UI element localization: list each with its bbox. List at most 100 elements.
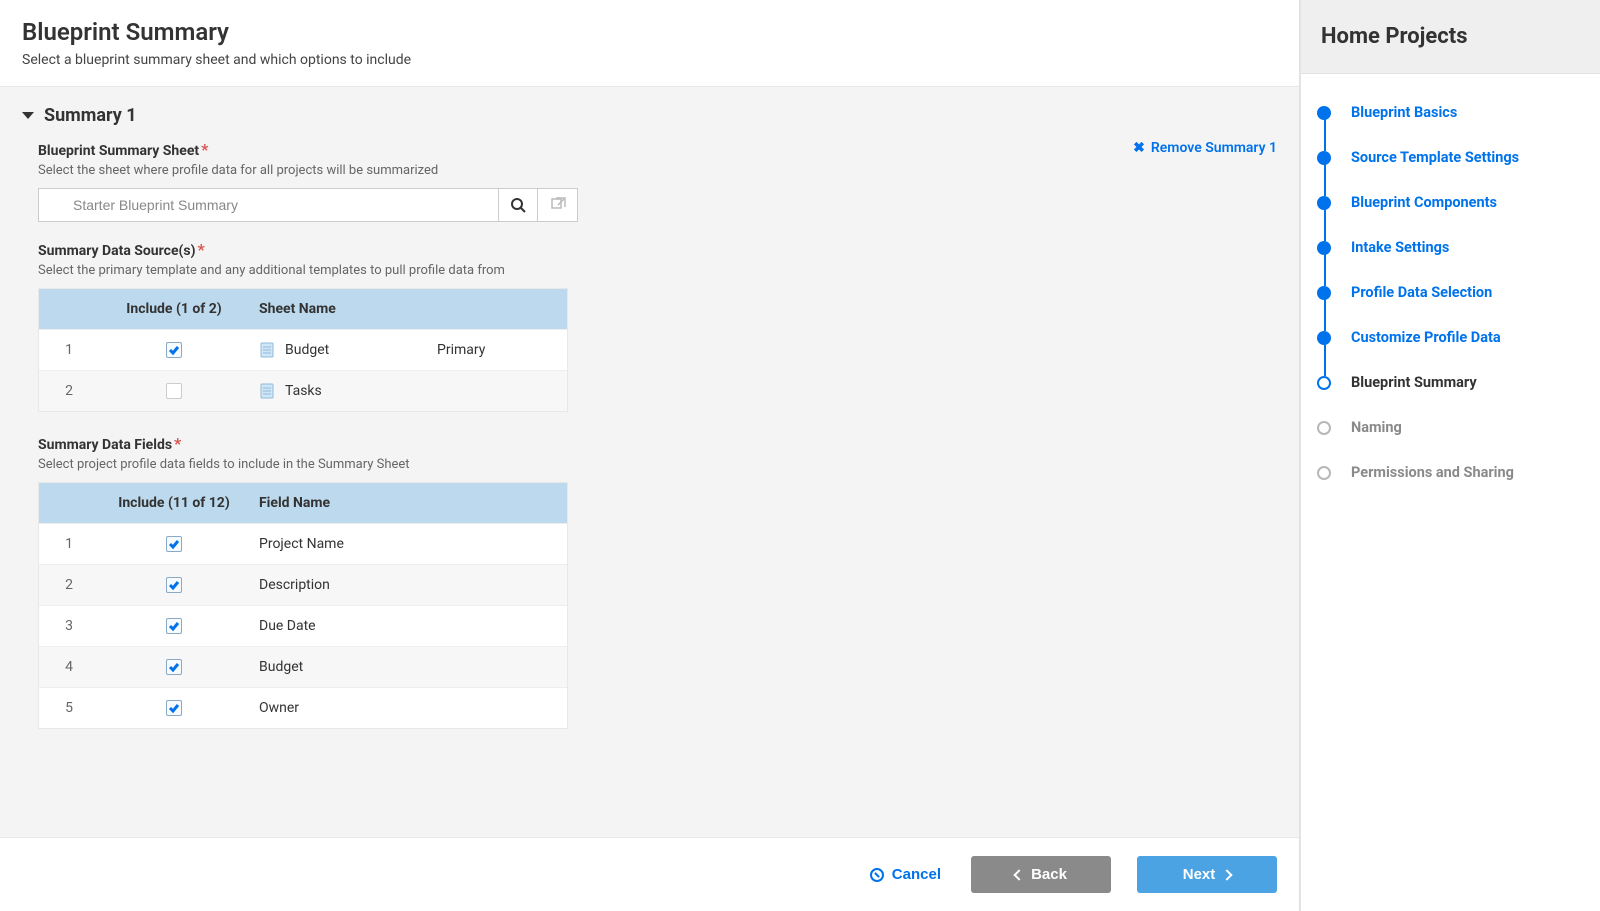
required-marker: * <box>196 240 205 259</box>
cancel-button[interactable]: Cancel <box>866 856 945 893</box>
include-checkbox[interactable] <box>166 618 182 634</box>
wizard-step: Naming <box>1317 419 1584 464</box>
wizard-steps: Blueprint Basics Source Template Setting… <box>1301 74 1600 511</box>
step-dot-icon <box>1317 376 1331 390</box>
wizard-step[interactable]: Blueprint Basics <box>1317 104 1584 149</box>
sources-col-role <box>427 289 567 329</box>
include-checkbox[interactable] <box>166 659 182 675</box>
include-checkbox[interactable] <box>166 383 182 399</box>
sheet-section-row: Blueprint Summary Sheet* Select the shee… <box>38 140 1277 188</box>
step-dot-icon <box>1317 106 1331 120</box>
sheet-icon <box>259 342 275 358</box>
row-include-cell <box>99 688 249 728</box>
row-number: 3 <box>39 606 99 646</box>
sources-label-block: Summary Data Source(s)* Select the prima… <box>38 240 1277 278</box>
row-include-cell <box>99 330 249 370</box>
step-connector <box>1324 118 1326 151</box>
remove-summary-button[interactable]: ✖ Remove Summary 1 <box>1133 140 1277 156</box>
step-dot-icon <box>1317 286 1331 300</box>
include-checkbox[interactable] <box>166 536 182 552</box>
close-icon: ✖ <box>1133 140 1145 156</box>
content-scroll[interactable]: Summary 1 Blueprint Summary Sheet* Selec… <box>0 86 1299 837</box>
sheet-help: Select the sheet where profile data for … <box>38 163 438 178</box>
step-label: Naming <box>1351 419 1402 436</box>
next-button[interactable]: Next <box>1137 856 1277 893</box>
sidebar: Home Projects Blueprint Basics Source Te… <box>1300 0 1600 911</box>
row-role <box>427 371 567 411</box>
footer-bar: Cancel Back Next <box>0 837 1299 911</box>
step-label: Permissions and Sharing <box>1351 464 1514 481</box>
chevron-left-icon <box>1013 869 1024 880</box>
row-field-name: Description <box>249 565 567 605</box>
sheet-icon <box>259 383 275 399</box>
wizard-step[interactable]: Source Template Settings <box>1317 149 1584 194</box>
sheet-input-wrap <box>38 188 498 222</box>
row-field-name: Project Name <box>249 524 567 564</box>
step-label: Blueprint Basics <box>1351 104 1457 121</box>
sources-col-include: Include (1 of 2) <box>99 289 249 329</box>
step-connector <box>1324 163 1326 196</box>
step-connector <box>1324 208 1326 241</box>
sheet-label-block: Blueprint Summary Sheet* Select the shee… <box>38 140 438 188</box>
wizard-step[interactable]: Blueprint Components <box>1317 194 1584 239</box>
required-marker: * <box>199 140 208 159</box>
row-number: 4 <box>39 647 99 687</box>
main-pane: Blueprint Summary Select a blueprint sum… <box>0 0 1300 911</box>
row-sheet-name: Tasks <box>285 383 322 399</box>
page-header: Blueprint Summary Select a blueprint sum… <box>0 0 1299 86</box>
row-number: 2 <box>39 371 99 411</box>
sheet-input[interactable] <box>38 188 498 222</box>
sheet-open-button[interactable] <box>538 188 578 222</box>
caret-down-icon <box>22 112 34 119</box>
row-sheet-name: Budget <box>285 342 329 358</box>
row-number: 1 <box>39 524 99 564</box>
include-checkbox[interactable] <box>166 577 182 593</box>
sheet-label: Blueprint Summary Sheet <box>38 143 199 159</box>
table-row: 5 Owner <box>39 687 567 728</box>
table-row: 2 Tasks <box>39 370 567 411</box>
page-subtitle: Select a blueprint summary sheet and whi… <box>22 52 1277 68</box>
sources-label: Summary Data Source(s) <box>38 243 196 259</box>
fields-label-block: Summary Data Fields* Select project prof… <box>38 434 1277 472</box>
back-label: Back <box>1031 866 1067 883</box>
include-checkbox[interactable] <box>166 700 182 716</box>
step-connector <box>1324 298 1326 331</box>
include-checkbox[interactable] <box>166 342 182 358</box>
row-sheet-cell: Budget <box>249 330 427 370</box>
step-label: Profile Data Selection <box>1351 284 1492 301</box>
sources-help: Select the primary template and any addi… <box>38 263 1277 278</box>
next-label: Next <box>1183 866 1216 883</box>
table-row: 1 Project Name <box>39 523 567 564</box>
step-label: Customize Profile Data <box>1351 329 1501 346</box>
summary-collapse-toggle[interactable]: Summary 1 <box>22 105 1277 126</box>
fields-tbody: 1 Project Name 2 Description 3 Due Date … <box>39 523 567 728</box>
cancel-icon <box>870 868 884 882</box>
fields-col-num <box>39 483 99 523</box>
wizard-step[interactable]: Intake Settings <box>1317 239 1584 284</box>
step-dot-icon <box>1317 466 1331 480</box>
sidebar-title: Home Projects <box>1301 0 1600 74</box>
row-field-name: Owner <box>249 688 567 728</box>
sources-tbody: 1 Budget Primary 2 Tasks <box>39 329 567 411</box>
table-row: 3 Due Date <box>39 605 567 646</box>
step-label: Source Template Settings <box>1351 149 1519 166</box>
row-role: Primary <box>427 330 567 370</box>
wizard-step[interactable]: Profile Data Selection <box>1317 284 1584 329</box>
step-dot-icon <box>1317 196 1331 210</box>
sheet-picker <box>38 188 578 222</box>
required-marker: * <box>172 434 181 453</box>
table-row: 4 Budget <box>39 646 567 687</box>
fields-col-field: Field Name <box>249 483 567 523</box>
sources-col-sheet: Sheet Name <box>249 289 427 329</box>
fields-table: Include (11 of 12) Field Name 1 Project … <box>38 482 568 729</box>
fields-thead: Include (11 of 12) Field Name <box>39 483 567 523</box>
back-button[interactable]: Back <box>971 856 1111 893</box>
step-dot-icon <box>1317 241 1331 255</box>
row-sheet-cell: Tasks <box>249 371 427 411</box>
wizard-step[interactable]: Customize Profile Data <box>1317 329 1584 374</box>
summary-title: Summary 1 <box>44 105 137 126</box>
sheet-search-button[interactable] <box>498 188 538 222</box>
row-include-cell <box>99 371 249 411</box>
row-include-cell <box>99 565 249 605</box>
table-row: 2 Description <box>39 564 567 605</box>
